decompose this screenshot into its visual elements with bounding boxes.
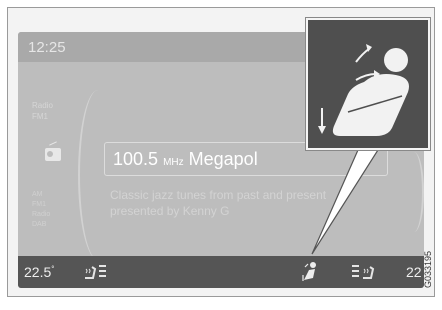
source-band: FM1: [32, 112, 48, 121]
callout-magnified: [305, 17, 431, 151]
seat-ventilation-icon: [318, 44, 409, 136]
source-list-item[interactable]: FM1: [32, 200, 76, 210]
source-title[interactable]: Radio FM1: [32, 100, 72, 122]
source-name: Radio: [32, 101, 53, 110]
temperature-right[interactable]: 22: [406, 264, 422, 280]
frequency-unit: MHz: [163, 157, 184, 168]
radio-text: Classic jazz tunes from past and present…: [110, 188, 327, 218]
clock: 12:25: [28, 39, 66, 56]
source-list-item[interactable]: DAB: [32, 220, 76, 230]
frequency: 100.5: [113, 149, 159, 169]
station-info: 100.5 MHz Megapol: [113, 149, 258, 170]
source-list-item[interactable]: Radio: [32, 210, 76, 220]
seat-ventilation-button-icon[interactable]: [300, 261, 322, 283]
temp-left-value: 22.5: [24, 264, 52, 280]
source-list-item[interactable]: AM: [32, 190, 76, 200]
station-name: Megapol: [188, 149, 258, 169]
climate-bar: 22.5° 22: [18, 256, 424, 288]
figure-code: G033195: [422, 250, 436, 290]
seat-heat-right-icon[interactable]: [350, 263, 376, 281]
right-arc: [404, 152, 424, 232]
temp-left-unit: °: [51, 264, 55, 274]
temperature-left[interactable]: 22.5°: [24, 264, 54, 280]
figure-code-text: G033195: [423, 250, 433, 288]
seat-heat-left-icon[interactable]: [82, 263, 108, 281]
radio-icon[interactable]: [45, 148, 61, 161]
source-list[interactable]: AM FM1 Radio DAB: [32, 190, 76, 230]
